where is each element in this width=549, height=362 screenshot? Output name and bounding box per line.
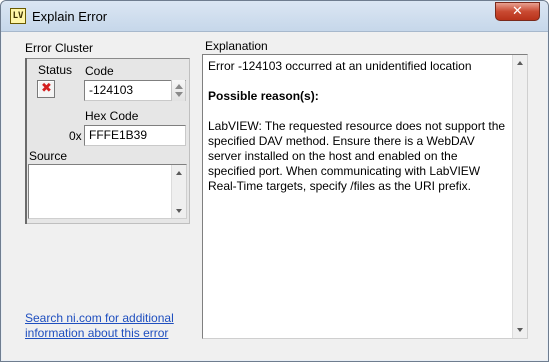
hex-code-field[interactable]: FFFE1B39 xyxy=(84,125,186,146)
increment-icon[interactable] xyxy=(175,84,183,89)
hex-code-value: FFFE1B39 xyxy=(89,128,148,142)
status-label: Status xyxy=(38,63,73,77)
search-ni-link[interactable]: Search ni.com for additional information… xyxy=(25,311,195,341)
explanation-text: Error -124103 occurred at an unidentifie… xyxy=(208,59,508,209)
title-bar[interactable]: LV Explain Error ✕ xyxy=(1,1,548,32)
hex-prefix: 0x xyxy=(69,129,82,143)
labview-app-icon: LV xyxy=(10,8,26,24)
source-scrollbar[interactable] xyxy=(171,165,186,218)
decrement-icon[interactable] xyxy=(175,92,183,97)
close-button[interactable]: ✕ xyxy=(495,2,540,21)
scroll-up-icon[interactable] xyxy=(517,61,523,65)
explain-error-window: LV Explain Error ✕ Error Cluster Status … xyxy=(0,0,549,362)
source-label: Source xyxy=(29,149,68,163)
window-title: Explain Error xyxy=(32,9,108,24)
explanation-scrollbar[interactable] xyxy=(512,55,527,338)
scroll-down-icon[interactable] xyxy=(517,328,523,332)
explanation-field[interactable]: Error -124103 occurred at an unidentifie… xyxy=(202,54,528,339)
status-indicator[interactable]: ✖ xyxy=(37,80,55,98)
error-cluster-label: Error Cluster xyxy=(25,41,94,55)
explanation-body: LabVIEW: The requested resource does not… xyxy=(208,119,506,193)
hex-code-label: Hex Code xyxy=(85,109,139,123)
code-label: Code xyxy=(85,64,114,78)
scroll-up-icon[interactable] xyxy=(176,171,182,175)
explanation-line1: Error -124103 occurred at an unidentifie… xyxy=(208,59,472,73)
scroll-down-icon[interactable] xyxy=(176,209,182,213)
source-field[interactable] xyxy=(28,164,187,219)
code-value: -124103 xyxy=(89,83,134,97)
explanation-label: Explanation xyxy=(205,39,268,53)
explanation-heading: Possible reason(s): xyxy=(208,89,319,103)
code-spinner[interactable] xyxy=(171,80,185,101)
error-x-icon: ✖ xyxy=(41,81,52,96)
